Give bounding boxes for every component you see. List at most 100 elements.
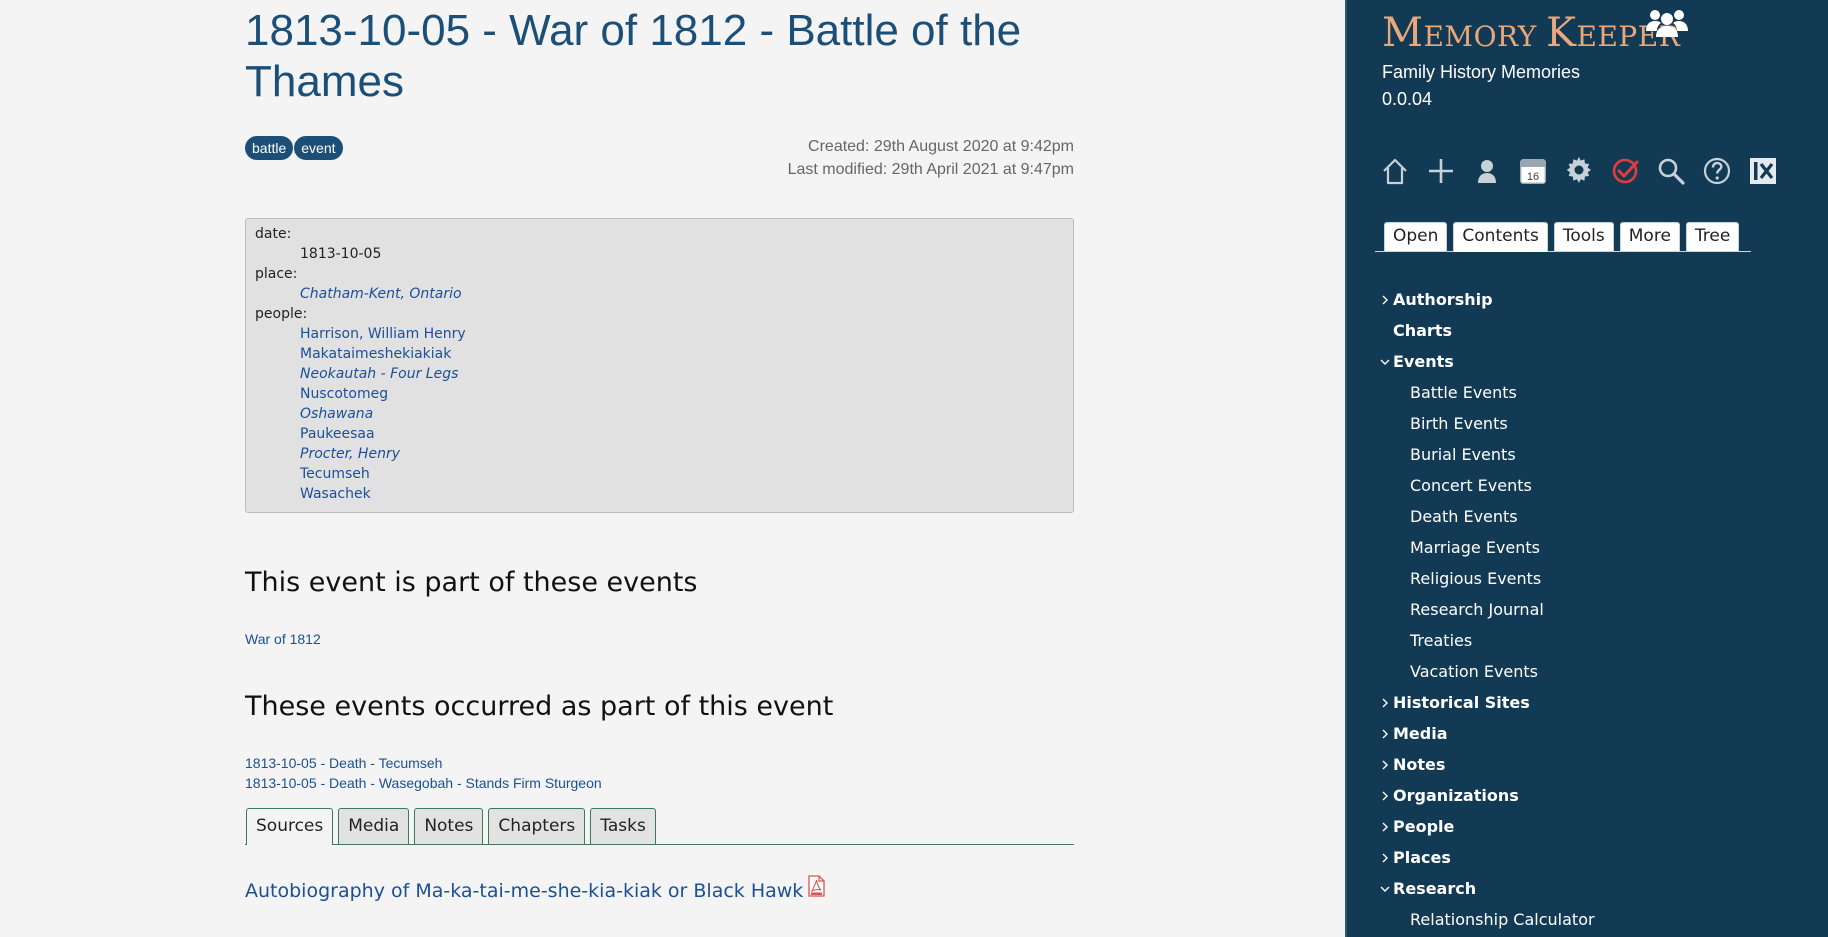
page-meta: Created: 29th August 2020 at 9:42pm Last…	[700, 135, 1074, 181]
tree-item[interactable]: Concert Events	[1382, 472, 1782, 503]
tree-item[interactable]: Organizations	[1382, 782, 1782, 813]
tree-item[interactable]: Birth Events	[1382, 410, 1782, 441]
content-tabs: Sources Media Notes Chapters Tasks	[245, 808, 1074, 845]
people-label: people:	[255, 306, 308, 322]
chevron-down-icon[interactable]	[1380, 357, 1390, 367]
person-link[interactable]: Tecumseh	[300, 466, 370, 482]
tree-item-label: Death Events	[1410, 507, 1518, 526]
tree-item-label: Burial Events	[1410, 445, 1516, 464]
source-item: Autobiography of Ma-ka-tai-me-she-kia-ki…	[245, 875, 825, 902]
tab-tree[interactable]: Tree	[1685, 222, 1740, 251]
home-icon[interactable]	[1379, 154, 1411, 188]
person-link[interactable]: Makataimeshekiakiak	[300, 346, 451, 362]
tree-item[interactable]: Historical Sites	[1382, 689, 1782, 720]
tree-item[interactable]: Research	[1380, 875, 1782, 906]
family-group-icon	[1644, 6, 1690, 38]
chevron-right-icon[interactable]	[1380, 760, 1390, 770]
tree-item[interactable]: Burial Events	[1382, 441, 1782, 472]
tree-item[interactable]: Media	[1382, 720, 1782, 751]
child-event-link[interactable]: 1813-10-05 - Death - Wasegobah - Stands …	[245, 773, 602, 793]
tree-item-label: Organizations	[1393, 786, 1519, 805]
chevron-right-icon[interactable]	[1380, 698, 1390, 708]
tree-item-label: Relationship Calculator	[1410, 910, 1595, 929]
chevron-right-icon[interactable]	[1380, 295, 1390, 305]
tab-contents[interactable]: Contents	[1453, 222, 1548, 252]
chevron-right-icon[interactable]	[1380, 853, 1390, 863]
tree-item-label: Research Journal	[1410, 600, 1544, 619]
page-title: 1813-10-05 - War of 1812 - Battle of the…	[245, 6, 1022, 106]
parent-event-link[interactable]: War of 1812	[245, 629, 321, 649]
help-icon[interactable]	[1701, 154, 1733, 188]
tree-item-label: Marriage Events	[1410, 538, 1540, 557]
tab-media[interactable]: Media	[338, 808, 410, 844]
tree-item-label: People	[1393, 817, 1455, 836]
source-link[interactable]: Autobiography of Ma-ka-tai-me-she-kia-ki…	[245, 880, 803, 902]
tree-item[interactable]: Places	[1382, 844, 1782, 875]
tree-item[interactable]: Notes	[1382, 751, 1782, 782]
person-link[interactable]: Neokautah - Four Legs	[300, 366, 458, 382]
search-icon[interactable]	[1655, 154, 1687, 188]
sidebar-tabs: Open Contents Tools More Tree	[1375, 222, 1751, 252]
tab-tasks[interactable]: Tasks	[590, 808, 656, 844]
tab-tools[interactable]: Tools	[1553, 222, 1614, 251]
tree-item-label: Authorship	[1393, 290, 1493, 309]
tab-sources[interactable]: Sources	[246, 808, 334, 845]
tree-item[interactable]: Battle Events	[1382, 379, 1782, 410]
tree-item[interactable]: Events	[1380, 348, 1782, 379]
tree-item[interactable]: People	[1382, 813, 1782, 844]
gear-icon[interactable]	[1563, 154, 1595, 188]
tree-item[interactable]: Research Journal	[1382, 596, 1782, 627]
tree-item-label: Religious Events	[1410, 569, 1542, 588]
event-infobox: date: 1813-10-05 place: Chatham-Kent, On…	[245, 218, 1074, 513]
tree-item[interactable]: Authorship	[1382, 286, 1782, 317]
tag-event[interactable]: event	[294, 136, 343, 160]
tab-chapters[interactable]: Chapters	[488, 808, 586, 844]
pdf-icon[interactable]	[808, 875, 825, 897]
tree-item-label: Places	[1393, 848, 1451, 867]
chevron-right-icon[interactable]	[1380, 822, 1390, 832]
tree-item[interactable]: Vacation Events	[1382, 658, 1782, 689]
close-panel-icon[interactable]	[1747, 154, 1779, 188]
tree-item-label: Research	[1393, 879, 1477, 898]
chevron-right-icon[interactable]	[1380, 791, 1390, 801]
tab-notes[interactable]: Notes	[414, 808, 484, 844]
parent-events-heading: This event is part of these events	[245, 567, 698, 598]
plus-icon[interactable]	[1425, 154, 1457, 188]
app-subtitle: Family History Memories	[1382, 62, 1581, 82]
chevron-down-icon[interactable]	[1380, 884, 1390, 894]
app-brand[interactable]: MEMORY KEEPER	[1382, 10, 1680, 56]
place-label: place:	[255, 266, 298, 282]
date-value: 1813-10-05	[300, 246, 382, 262]
child-events-heading: These events occurred as part of this ev…	[245, 691, 834, 722]
app-version: 0.0.04	[1382, 89, 1433, 109]
main-content: 1813-10-05 - War of 1812 - Battle of the…	[0, 0, 1345, 937]
tree-item[interactable]: Religious Events	[1382, 565, 1782, 596]
tree-item[interactable]: Marriage Events	[1382, 534, 1782, 565]
tasks-check-icon[interactable]	[1609, 154, 1641, 188]
tree-item[interactable]: Charts	[1382, 317, 1782, 348]
tree-item-label: Historical Sites	[1393, 693, 1530, 712]
person-link[interactable]: Harrison, William Henry	[300, 326, 466, 342]
modified-date: Last modified: 29th April 2021 at 9:47pm	[787, 161, 1074, 178]
person-link[interactable]: Wasachek	[300, 486, 371, 502]
tab-open[interactable]: Open	[1384, 222, 1448, 251]
child-event-link[interactable]: 1813-10-05 - Death - Tecumseh	[245, 753, 602, 773]
tree-item-label: Media	[1393, 724, 1448, 743]
calendar-icon[interactable]: 16	[1517, 154, 1549, 188]
tree-item-label: Charts	[1393, 321, 1452, 340]
person-link[interactable]: Nuscotomeg	[300, 386, 388, 402]
date-label: date:	[255, 226, 292, 242]
tree-item[interactable]: Death Events	[1382, 503, 1782, 534]
chevron-right-icon[interactable]	[1380, 729, 1390, 739]
person-link[interactable]: Paukeesaa	[300, 426, 375, 442]
person-link[interactable]: Oshawana	[300, 406, 373, 422]
person-link[interactable]: Procter, Henry	[300, 446, 400, 462]
child-events-list: 1813-10-05 - Death - Tecumseh 1813-10-05…	[245, 753, 602, 793]
tree-item-label: Treaties	[1410, 631, 1473, 650]
tag-battle[interactable]: battle	[245, 136, 294, 160]
tree-item[interactable]: Treaties	[1382, 627, 1782, 658]
tree-item[interactable]: Relationship Calculator	[1382, 906, 1782, 937]
person-icon[interactable]	[1471, 154, 1503, 188]
tab-more[interactable]: More	[1619, 222, 1680, 251]
place-link[interactable]: Chatham-Kent, Ontario	[300, 286, 462, 302]
